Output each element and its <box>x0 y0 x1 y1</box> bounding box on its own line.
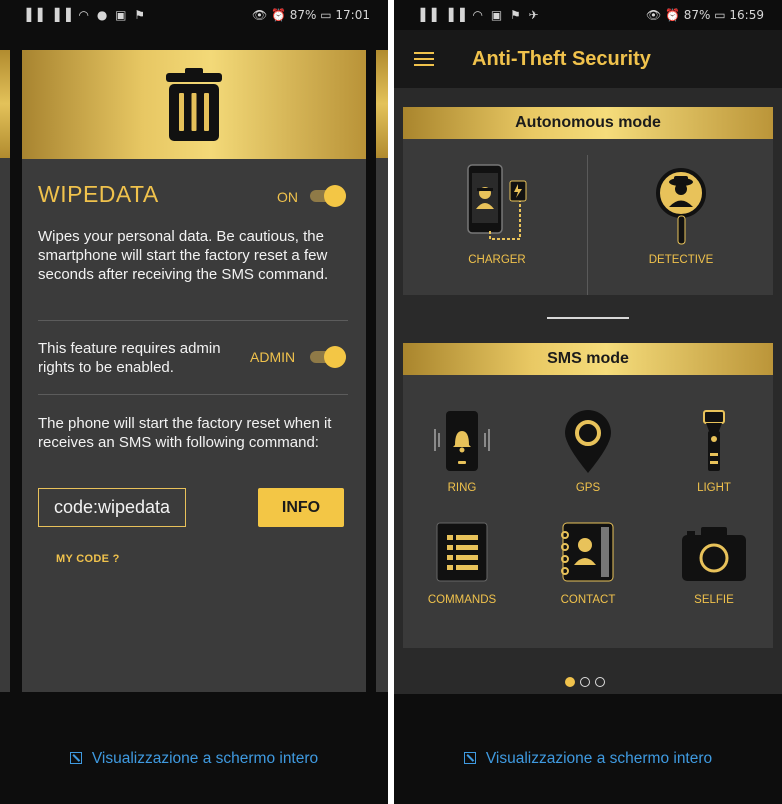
commands-feature[interactable]: COMMANDS <box>427 521 497 606</box>
gps-pin-icon <box>565 410 611 473</box>
feature-description: Wipes your personal data. Be cautious, t… <box>38 228 329 283</box>
status-icons-left: ▐▐ ▐▐ ◠ ● ▣ ⚑ <box>22 8 148 22</box>
page-dot-1[interactable] <box>565 677 575 687</box>
feature-title: WIPEDATA <box>38 181 159 207</box>
status-icons-right: 👁 ⏰ 87% ▭ 17:01 <box>251 8 370 22</box>
next-card-peek[interactable] <box>376 50 388 692</box>
sms-mode-card: SMS mode RING GPS LIGHT COMMANDS CONTACT… <box>403 343 773 648</box>
detective-feature[interactable]: DETECTIVE <box>635 167 727 266</box>
page-dot-2[interactable] <box>580 677 590 687</box>
gps-label: GPS <box>575 482 601 494</box>
sms-mode-title: SMS mode <box>403 343 773 375</box>
ring-icon <box>434 411 490 471</box>
detective-icon <box>656 168 706 245</box>
info-button[interactable]: INFO <box>258 488 344 527</box>
autonomous-mode-card: Autonomous mode CHARGER DETECTIVE <box>403 107 773 295</box>
divider <box>38 320 348 321</box>
divider <box>587 155 588 295</box>
page-indicator <box>565 674 610 692</box>
page-dot-3[interactable] <box>595 677 605 687</box>
flashlight-icon <box>703 410 725 471</box>
charger-feature[interactable]: CHARGER <box>451 163 543 266</box>
menu-icon[interactable] <box>414 52 434 66</box>
commands-label: COMMANDS <box>427 594 497 606</box>
status-bar: ▐▐ ▐▐ ◠ ● ▣ ⚑ 👁 ⏰ 87% ▭ 17:01 <box>0 0 388 30</box>
left-screenshot: ▐▐ ▐▐ ◠ ● ▣ ⚑ 👁 ⏰ 87% ▭ 17:01 WIPEDATA O… <box>0 0 388 804</box>
commands-list-icon <box>436 522 488 582</box>
selfie-feature[interactable]: SELFIE <box>679 521 749 606</box>
expand-icon <box>463 752 476 764</box>
main-content: Autonomous mode CHARGER DETECTIVE SMS mo… <box>394 88 782 694</box>
status-bar: ▐▐ ▐▐ ◠ ▣ ⚑ ✈ 👁 ⏰ 87% ▭ 16:59 <box>394 0 782 30</box>
wipedata-card: WIPEDATA ON Wipes your personal data. Be… <box>22 50 366 692</box>
detective-label: DETECTIVE <box>648 254 714 266</box>
selfie-label: SELFIE <box>694 594 734 606</box>
light-feature[interactable]: LIGHT <box>679 409 749 494</box>
separator <box>547 317 629 319</box>
contact-feature[interactable]: CONTACT <box>553 521 623 606</box>
prev-card-peek[interactable] <box>0 50 10 692</box>
camera-icon <box>682 527 746 581</box>
ring-feature[interactable]: RING <box>427 409 497 494</box>
autonomous-mode-title: Autonomous mode <box>403 107 773 139</box>
card-header <box>22 50 366 159</box>
contact-book-icon <box>561 522 614 582</box>
light-label: LIGHT <box>697 482 731 494</box>
fullscreen-link[interactable]: Visualizzazione a schermo intero <box>394 750 782 768</box>
ring-label: RING <box>447 482 477 494</box>
admin-toggle[interactable] <box>310 346 346 368</box>
fullscreen-label: Visualizzazione a schermo intero <box>91 750 319 767</box>
charger-label: CHARGER <box>468 254 526 266</box>
charger-icon <box>467 164 527 240</box>
admin-toggle-label: ADMIN <box>250 349 296 365</box>
contact-label: CONTACT <box>560 594 616 606</box>
fullscreen-label: Visualizzazione a schermo intero <box>485 750 713 767</box>
status-icons-left: ▐▐ ▐▐ ◠ ▣ ⚑ ✈ <box>416 8 541 22</box>
right-screenshot: ▐▐ ▐▐ ◠ ▣ ⚑ ✈ 👁 ⏰ 87% ▭ 16:59 Anti-Theft… <box>394 0 782 804</box>
app-title: Anti-Theft Security <box>472 48 651 70</box>
wipedata-toggle-label: ON <box>277 189 298 205</box>
fullscreen-link[interactable]: Visualizzazione a schermo intero <box>0 750 388 768</box>
gps-feature[interactable]: GPS <box>553 409 623 494</box>
wipedata-toggle[interactable] <box>310 185 346 207</box>
expand-icon <box>69 752 82 764</box>
code-field[interactable]: code:wipedata <box>38 488 186 527</box>
status-icons-right: 👁 ⏰ 87% ▭ 16:59 <box>645 8 764 22</box>
app-bar: Anti-Theft Security <box>394 30 782 88</box>
divider <box>38 394 348 395</box>
sms-command-description: The phone will start the factory reset w… <box>38 415 332 451</box>
trash-icon <box>166 68 222 141</box>
my-code-link[interactable]: MY CODE ? <box>56 553 120 565</box>
admin-description: This feature requires admin rights to be… <box>38 340 221 376</box>
